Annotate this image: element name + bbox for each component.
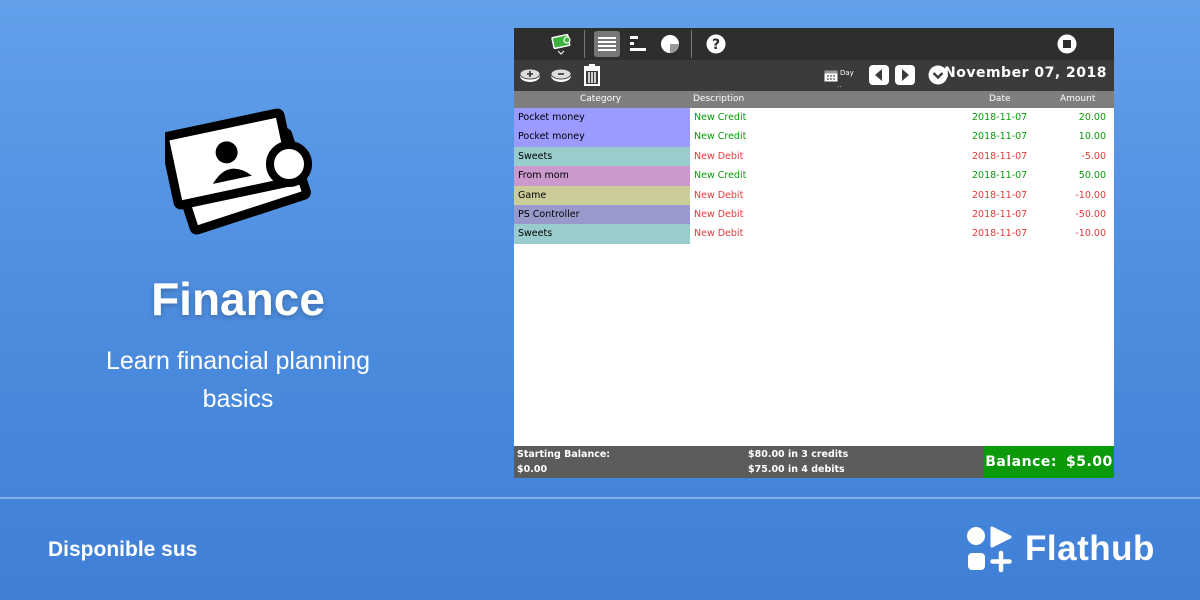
secondary-toolbar: Day .. November 07, 2018	[514, 60, 1114, 91]
row-date: 2018-11-07	[972, 189, 1028, 201]
row-amount[interactable]: -10.00	[1075, 186, 1106, 205]
row-description[interactable]: New Debit	[694, 224, 743, 243]
row-description[interactable]: New Debit	[694, 205, 743, 224]
row-date: 2018-11-07	[972, 228, 1028, 240]
column-category[interactable]: Category	[580, 94, 621, 104]
transaction-list: Pocket money New Credit 2018-11-07 20.00 Poc…	[514, 108, 1114, 244]
row-amount[interactable]: 10.00	[1079, 127, 1106, 146]
row-date: 2018-11-07	[972, 170, 1028, 182]
finance-activity-icon[interactable]	[548, 31, 574, 57]
table-row[interactable]: From mom New Credit 2018-11-07 50.00	[514, 166, 1114, 186]
starting-balance-label: Starting Balance:	[517, 449, 611, 460]
status-bar: Starting Balance: $0.00 $80.00 in 3 cred…	[514, 446, 1114, 478]
row-amount[interactable]: 20.00	[1079, 108, 1106, 127]
table-row[interactable]: Pocket money New Credit 2018-11-07 10.00	[514, 127, 1114, 147]
row-amount[interactable]: -5.00	[1081, 147, 1106, 166]
flathub-logo-icon[interactable]	[966, 526, 1014, 574]
row-date: 2018-11-07	[972, 131, 1028, 143]
row-category: PS Controller	[514, 204, 690, 225]
row-date: 2018-11-07	[972, 150, 1028, 162]
row-amount[interactable]: -10.00	[1075, 224, 1106, 243]
help-icon[interactable]: ?	[703, 31, 729, 57]
finance-app-icon	[165, 108, 312, 235]
row-category: Game	[514, 185, 690, 205]
row-description[interactable]: New Credit	[694, 108, 746, 127]
starting-balance-value: $0.00	[517, 464, 548, 475]
period-dots: ..	[837, 81, 842, 89]
balance-value: $5.00	[1065, 454, 1113, 470]
row-category: Sweets	[514, 146, 690, 167]
column-date[interactable]: Date	[989, 94, 1011, 104]
debits-summary: $75.00 in 4 debits	[748, 464, 845, 475]
row-description[interactable]: New Debit	[694, 186, 743, 205]
previous-icon[interactable]	[866, 62, 892, 88]
app-summary: Learn financial planning basics	[105, 347, 371, 413]
app-name: Finance	[151, 273, 325, 325]
row-date: 2018-11-07	[972, 208, 1028, 220]
row-date: 2018-11-07	[972, 112, 1028, 123]
stop-icon[interactable]	[1054, 31, 1080, 57]
footer-divider	[0, 497, 1200, 499]
toolbar-separator	[584, 30, 585, 58]
current-date: November 07, 2018	[944, 65, 1107, 81]
main-toolbar: ?	[514, 28, 1114, 60]
row-amount[interactable]: -50.00	[1075, 205, 1106, 224]
table-row[interactable]: PS Controller New Debit 2018-11-07 -50.00	[514, 204, 1114, 225]
chart-view-icon[interactable]	[626, 31, 652, 57]
available-on-text: Disponible sus	[48, 538, 198, 561]
period-label[interactable]: Day	[840, 69, 854, 77]
svg-text:?: ?	[712, 37, 720, 53]
row-description[interactable]: New Credit	[694, 127, 746, 146]
toolbar-separator	[691, 30, 692, 58]
table-row[interactable]: Sweets New Debit 2018-11-07 -10.00	[514, 224, 1114, 244]
table-row[interactable]: Game New Debit 2018-11-07 -10.00	[514, 185, 1114, 205]
row-description[interactable]: New Credit	[694, 166, 746, 185]
table-row[interactable]: Sweets New Debit 2018-11-07 -5.00	[514, 146, 1114, 167]
row-category: From mom	[514, 166, 690, 186]
next-icon[interactable]	[892, 62, 918, 88]
column-description[interactable]: Description	[693, 94, 744, 104]
trash-icon[interactable]	[579, 62, 605, 88]
add-debit-icon[interactable]	[548, 62, 574, 88]
credits-summary: $80.00 in 3 credits	[748, 449, 849, 460]
column-amount[interactable]: Amount	[1060, 94, 1095, 104]
balance-label: Balance:	[985, 454, 1057, 470]
flathub-name[interactable]: Flathub	[1025, 529, 1155, 569]
row-category: Pocket money	[514, 108, 690, 128]
add-credit-icon[interactable]	[517, 62, 543, 88]
table-header: Category Description Date Amount	[514, 91, 1114, 108]
row-category: Pocket money	[514, 127, 690, 147]
pie-chart-icon[interactable]	[657, 31, 683, 57]
app-screenshot: ? Day .. November 07, 2018 Category Desc…	[514, 28, 1114, 478]
balance-box: Balance: $5.00	[984, 446, 1114, 478]
row-category: Sweets	[514, 224, 690, 244]
row-amount[interactable]: 50.00	[1079, 166, 1106, 185]
row-description[interactable]: New Debit	[694, 147, 743, 166]
list-view-icon[interactable]	[594, 31, 620, 57]
table-row[interactable]: Pocket money New Credit 2018-11-07 20.00	[514, 108, 1114, 128]
